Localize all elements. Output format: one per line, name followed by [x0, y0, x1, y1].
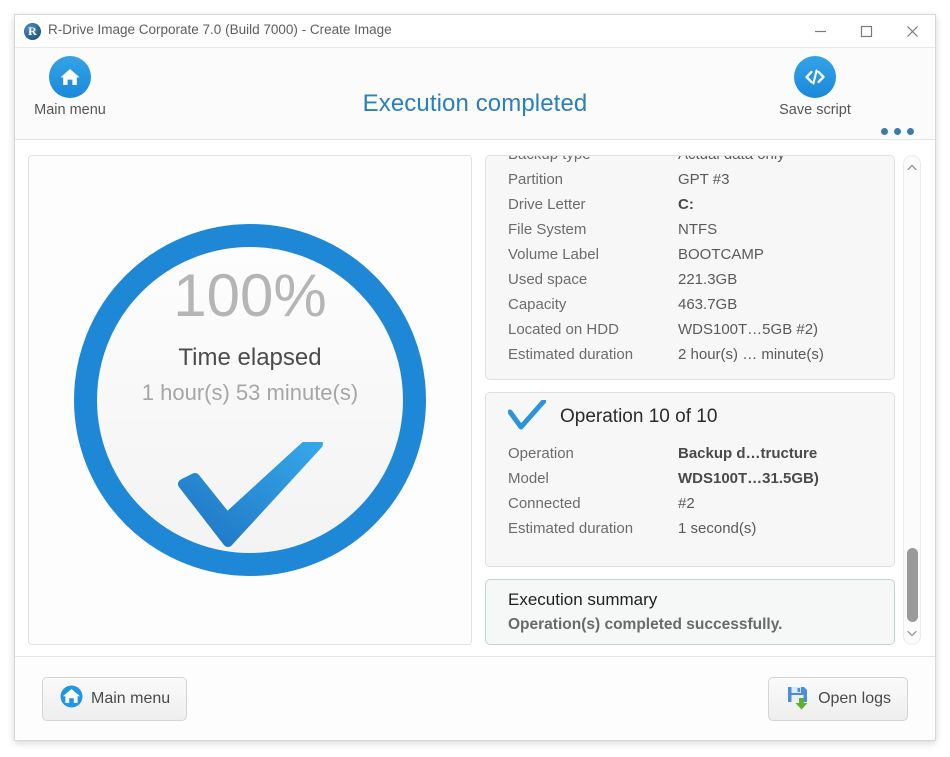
header-ribbon: Main menu Execution completed Save scrip…	[15, 48, 935, 140]
scroll-up-arrow-icon[interactable]	[904, 158, 920, 176]
detail-key: Backup type	[508, 155, 678, 163]
detail-value: WDS100T…5GB #2)	[678, 321, 818, 338]
maximize-button[interactable]	[843, 15, 889, 47]
detail-key: File System	[508, 221, 678, 238]
main-menu-button[interactable]: Main menu	[42, 677, 187, 721]
operation-header: Operation 10 of 10	[486, 393, 894, 441]
detail-value: NTFS	[678, 221, 717, 238]
detail-row: Volume Label BOOTCAMP	[486, 242, 894, 267]
detail-value: 463.7GB	[678, 296, 737, 313]
detail-key: Capacity	[508, 296, 678, 313]
operation-heading: Operation 10 of 10	[560, 406, 717, 428]
summary-message: Operation(s) completed successfully.	[508, 616, 782, 634]
more-options-icon[interactable]	[871, 121, 923, 141]
vertical-scrollbar[interactable]	[903, 155, 921, 645]
details-panel: Backup type Actual data only Partition G…	[485, 155, 895, 380]
operation-value: Backup d…tructure	[678, 445, 817, 462]
code-icon	[794, 56, 836, 98]
progress-gauge: 100% Time elapsed 1 hour(s) 53 minute(s)	[74, 224, 426, 576]
header-save-script-label: Save script	[763, 102, 867, 118]
detail-row: Drive Letter C:	[486, 192, 894, 217]
minimize-button[interactable]	[797, 15, 843, 47]
detail-row: File System NTFS	[486, 217, 894, 242]
detail-key: Drive Letter	[508, 196, 678, 213]
progress-elapsed-time: 1 hour(s) 53 minute(s)	[74, 380, 426, 406]
app-logo-icon: R	[24, 23, 41, 40]
operation-value: 1 second(s)	[678, 520, 756, 537]
save-download-icon	[785, 684, 811, 715]
detail-key: Volume Label	[508, 246, 678, 263]
title-bar: R R-Drive Image Corporate 7.0 (Build 700…	[15, 15, 935, 48]
detail-value: 221.3GB	[678, 271, 737, 288]
detail-key: Used space	[508, 271, 678, 288]
progress-card: 100% Time elapsed 1 hour(s) 53 minute(s)	[28, 155, 472, 645]
app-root: R R-Drive Image Corporate 7.0 (Build 700…	[0, 0, 950, 757]
application-window: R R-Drive Image Corporate 7.0 (Build 700…	[14, 14, 936, 741]
detail-key: Located on HDD	[508, 321, 678, 338]
summary-title: Execution summary	[508, 590, 657, 610]
scroll-thumb[interactable]	[907, 548, 918, 622]
open-logs-button[interactable]: Open logs	[768, 677, 908, 721]
open-logs-button-label: Open logs	[818, 690, 891, 708]
detail-row: Capacity 463.7GB	[486, 292, 894, 317]
operation-value: WDS100T…31.5GB)	[678, 470, 819, 487]
detail-value: C:	[678, 196, 694, 213]
header-save-script-button[interactable]: Save script	[763, 56, 867, 118]
operation-key: Estimated duration	[508, 520, 678, 537]
detail-value: GPT #3	[678, 171, 729, 188]
operation-row: Estimated duration 1 second(s)	[486, 516, 894, 541]
detail-row: Estimated duration 2 hour(s) … minute(s)	[486, 342, 894, 367]
operation-key: Operation	[508, 445, 678, 462]
progress-percent: 100%	[74, 266, 426, 326]
home-icon	[59, 684, 84, 714]
operation-value: #2	[678, 495, 695, 512]
checkmark-icon	[508, 400, 546, 435]
footer-bar: Main menu Open logs	[15, 656, 935, 740]
detail-row: Backup type Actual data only	[486, 155, 894, 167]
detail-row: Used space 221.3GB	[486, 267, 894, 292]
kebab-dot-1	[881, 128, 888, 135]
detail-value: BOOTCAMP	[678, 246, 764, 263]
detail-key: Estimated duration	[508, 346, 678, 363]
info-column: Backup type Actual data only Partition G…	[485, 155, 921, 645]
operation-panel: Operation 10 of 10 Operation Backup d…tr…	[485, 392, 895, 567]
operation-key: Connected	[508, 495, 678, 512]
content-area: 100% Time elapsed 1 hour(s) 53 minute(s)	[15, 140, 935, 658]
kebab-dot-2	[894, 128, 901, 135]
details-rows: Backup type Actual data only Partition G…	[486, 155, 894, 367]
main-menu-button-label: Main menu	[91, 690, 170, 708]
window-title: R-Drive Image Corporate 7.0 (Build 7000)…	[48, 22, 392, 37]
progress-caption: Time elapsed	[74, 344, 426, 372]
close-button[interactable]	[889, 15, 935, 47]
operation-row: Operation Backup d…tructure	[486, 441, 894, 466]
detail-row: Located on HDD WDS100T…5GB #2)	[486, 317, 894, 342]
operation-key: Model	[508, 470, 678, 487]
detail-value: 2 hour(s) … minute(s)	[678, 346, 824, 363]
kebab-dot-3	[907, 128, 914, 135]
checkmark-icon	[175, 442, 325, 555]
scroll-down-arrow-icon[interactable]	[904, 624, 920, 642]
summary-panel: Execution summary Operation(s) completed…	[485, 579, 895, 645]
detail-key: Partition	[508, 171, 678, 188]
detail-value: Actual data only	[678, 155, 785, 163]
operation-row: Model WDS100T…31.5GB)	[486, 466, 894, 491]
operation-row: Connected #2	[486, 491, 894, 516]
detail-row: Partition GPT #3	[486, 167, 894, 192]
